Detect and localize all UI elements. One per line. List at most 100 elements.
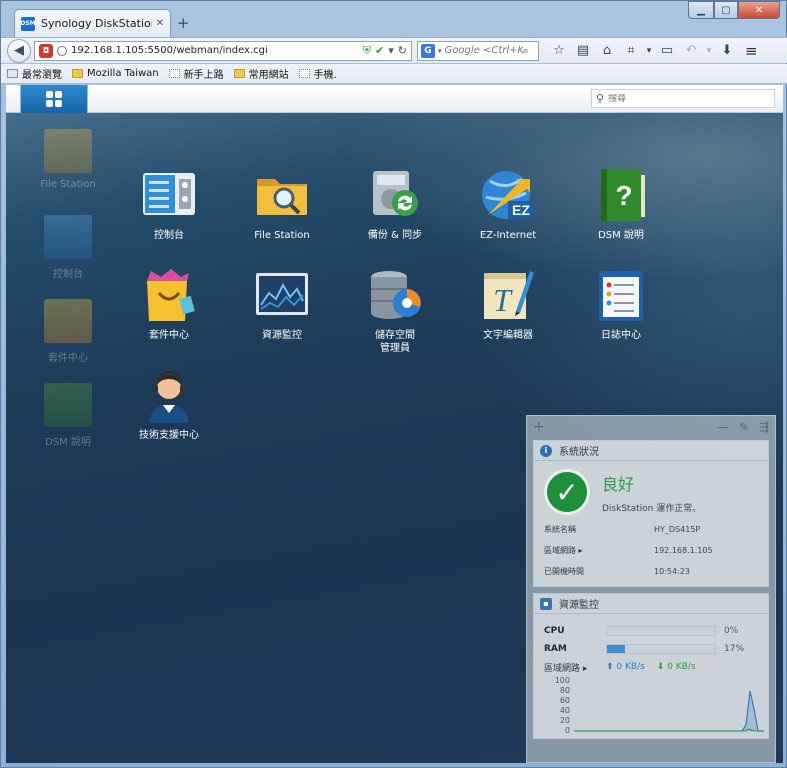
reading-list-icon[interactable]: ▤	[571, 43, 595, 58]
app-file-station[interactable]: File Station	[227, 167, 337, 242]
app-storage-manager[interactable]: 儲存空間 管理員	[340, 267, 450, 355]
hamburger-menu-icon[interactable]: ≡	[745, 42, 758, 60]
desktop-shortcut-file-station[interactable]: File Station	[32, 129, 104, 190]
undo-icon[interactable]: ↶	[679, 43, 703, 58]
folder-icon	[72, 69, 83, 78]
network-row[interactable]: 區域網路 ▸ ⬆ 0 KB/s ⬇ 0 KB/s	[534, 658, 768, 676]
cpu-row: CPU 0%	[544, 626, 739, 636]
gear-icon	[7, 69, 18, 78]
verified-check-icon[interactable]: ✔	[375, 44, 384, 57]
add-widget-icon[interactable]: +	[533, 419, 545, 435]
main-menu-button[interactable]	[20, 85, 88, 113]
pin-icon[interactable]: ✎	[739, 420, 749, 434]
widget-settings-icon[interactable]: ⇶	[759, 420, 769, 434]
lan-row[interactable]: 區域網路 ▸ 192.168.1.105	[534, 540, 768, 561]
svg-text:?: ?	[615, 180, 632, 211]
download-icon[interactable]: ⬇	[715, 43, 739, 58]
maximize-button[interactable]: ▢	[714, 1, 738, 19]
window-controls: ▁ ▢ ✕	[688, 1, 780, 19]
y-tick: 40	[559, 706, 570, 715]
server-name-row: 系統名稱 HY_DS415P	[544, 525, 701, 534]
bookmark-most-visited[interactable]: 最常瀏覽	[7, 66, 62, 81]
crop-dropdown-icon[interactable]: ▾	[643, 46, 655, 56]
search-bar[interactable]: G ▾ ⌕	[417, 40, 539, 61]
grid-icon	[46, 91, 62, 107]
desktop-shortcut-control-panel[interactable]: 控制台	[32, 215, 104, 280]
crop-icon[interactable]: ⌗	[619, 43, 643, 58]
shield-icon[interactable]: ◘	[39, 43, 53, 58]
y-tick: 80	[559, 686, 570, 695]
app-support-center[interactable]: 技術支援中心	[114, 367, 224, 442]
chat-icon[interactable]: ▭	[655, 43, 679, 58]
app-control-panel[interactable]: 控制台	[114, 167, 224, 242]
control-panel-icon	[141, 167, 197, 223]
web-search-input[interactable]	[444, 45, 523, 56]
system-health-title: 系統狀況	[559, 447, 599, 458]
folder-icon	[44, 129, 92, 173]
health-detail: DiskStation 運作正常。	[602, 503, 702, 514]
back-button[interactable]: ◀	[7, 38, 31, 63]
engine-dropdown-icon[interactable]: ▾	[438, 47, 442, 55]
dsm-taskbar: ⚲	[6, 85, 783, 113]
svg-text:EZ: EZ	[512, 202, 530, 218]
backup-sync-icon	[367, 167, 423, 223]
bookmark-common-sites[interactable]: 常用網站	[233, 66, 289, 81]
dsm-search-input[interactable]	[608, 93, 759, 104]
page-icon	[168, 69, 180, 78]
globe-icon[interactable]	[57, 45, 67, 56]
cpu-usage-bar	[606, 626, 716, 636]
resource-monitor-card: ▪ 資源監控 CPU 0% RAM 17% 區域網路 ▸ ⬆ 0 KB/s ⬇ …	[533, 593, 769, 739]
bookmark-getting-started[interactable]: 新手上路	[168, 66, 224, 81]
resource-monitor-title: 資源監控	[559, 600, 599, 611]
tab-strip: DSM Synology DiskStation - H... ✕ + ▁ ▢ …	[1, 1, 787, 37]
url-input[interactable]: 192.168.1.105:5500/webman/index.cgi	[71, 45, 363, 56]
check-icon: ✓	[544, 469, 590, 515]
browser-tab[interactable]: DSM Synology DiskStation - H... ✕	[14, 9, 171, 37]
app-ez-internet[interactable]: EZ EZ-Internet	[453, 167, 563, 242]
new-tab-button[interactable]: +	[177, 14, 190, 32]
navigation-bar: ◀ ◘ 192.168.1.105:5500/webman/index.cgi …	[1, 37, 787, 63]
dropdown-arrow-icon[interactable]: ▾	[388, 44, 394, 57]
app-log-center[interactable]: 日誌中心	[566, 267, 676, 342]
bookmark-mobile[interactable]: 手機.	[298, 66, 337, 81]
monitor-icon: ▪	[540, 597, 552, 610]
close-window-button[interactable]: ✕	[738, 1, 780, 19]
widget-toolbar: + — ✎ ⇶	[527, 416, 775, 438]
address-bar[interactable]: ◘ 192.168.1.105:5500/webman/index.cgi ⛨ …	[34, 40, 412, 61]
widget-panel: + — ✎ ⇶ i 系統狀況 ✓ 良好 DiskStation 運作正常。 系統…	[526, 415, 776, 763]
minimize-button[interactable]: ▁	[688, 1, 714, 19]
network-chart: 100 80 60 40 20 0	[544, 676, 764, 738]
dsm-favicon-icon: DSM	[20, 16, 36, 31]
health-status: 良好	[602, 474, 635, 494]
app-package-center[interactable]: 套件中心	[114, 267, 224, 342]
y-tick: 60	[559, 696, 570, 705]
app-resource-monitor[interactable]: 資源監控	[227, 267, 337, 342]
app-dsm-help[interactable]: ? DSM 說明	[566, 167, 676, 242]
control-panel-icon	[44, 215, 92, 259]
desktop-shortcut-dsm-help[interactable]: DSM 說明	[32, 383, 104, 448]
search-icon[interactable]: ⌕	[523, 44, 529, 58]
system-health-card: i 系統狀況 ✓ 良好 DiskStation 運作正常。 系統名稱 HY_DS…	[533, 440, 769, 587]
app-text-editor[interactable]: T 文字編輯器	[453, 267, 563, 342]
undo-dropdown-icon[interactable]: ▾	[703, 46, 715, 56]
log-center-icon	[593, 267, 649, 323]
bookmarks-toolbar: 最常瀏覽 Mozilla Taiwan 新手上路 常用網站 手機.	[1, 64, 787, 84]
resource-monitor-icon	[254, 267, 310, 323]
tab-close-icon[interactable]: ✕	[156, 18, 164, 29]
dsm-search-box[interactable]: ⚲	[591, 89, 775, 108]
bookmark-star-icon[interactable]: ☆	[547, 43, 571, 58]
shopping-bag-icon	[44, 299, 92, 343]
upload-speed: ⬆ 0 KB/s	[606, 662, 645, 672]
bookmark-mozilla-taiwan[interactable]: Mozilla Taiwan	[72, 68, 159, 79]
help-book-icon	[44, 383, 92, 427]
home-icon[interactable]: ⌂	[595, 43, 619, 58]
browser-window: DSM Synology DiskStation - H... ✕ + ▁ ▢ …	[0, 0, 787, 768]
app-backup-sync[interactable]: 備份 & 同步	[340, 167, 450, 242]
adblock-icon[interactable]: ⛨	[363, 44, 371, 58]
svg-text:T: T	[493, 282, 513, 318]
network-line-graph	[574, 690, 764, 732]
desktop-shortcut-package-center[interactable]: 套件中心	[32, 299, 104, 364]
reload-icon[interactable]: ↻	[398, 44, 407, 57]
minimize-widget-icon[interactable]: —	[717, 420, 729, 434]
google-icon[interactable]: G	[421, 43, 435, 58]
